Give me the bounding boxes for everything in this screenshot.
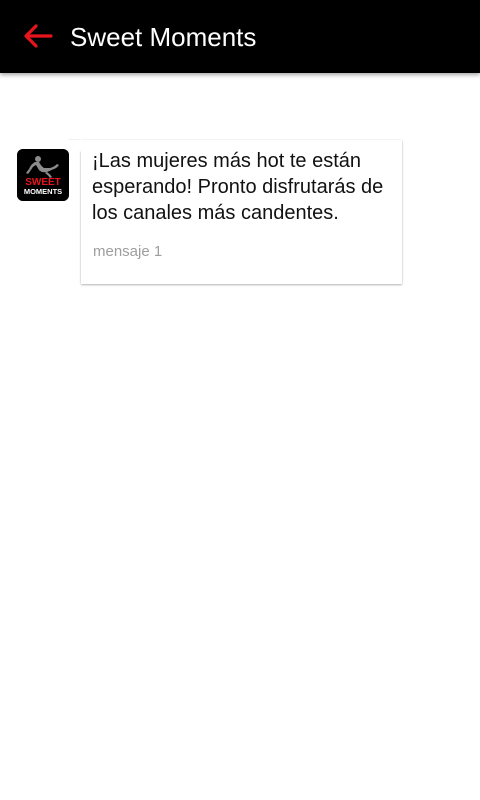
- back-button[interactable]: [18, 16, 58, 56]
- svg-text:MOMENTS: MOMENTS: [24, 187, 62, 196]
- bubble-tail: [69, 140, 81, 152]
- app-bar: Sweet Moments: [0, 0, 480, 73]
- message-text: ¡Las mujeres más hot te están esperando!…: [92, 150, 384, 224]
- message-bubble[interactable]: ¡Las mujeres más hot te están esperando!…: [69, 140, 402, 284]
- app-title: Sweet Moments: [70, 22, 257, 52]
- sweet-moments-logo: SWEET MOMENTS: [17, 149, 69, 201]
- arrow-left-icon: [24, 24, 53, 48]
- avatar[interactable]: SWEET MOMENTS: [17, 149, 69, 201]
- message-list: SWEET MOMENTS ¡Las mujeres más hot te es…: [0, 73, 480, 800]
- message-label: mensaje 1: [93, 243, 163, 260]
